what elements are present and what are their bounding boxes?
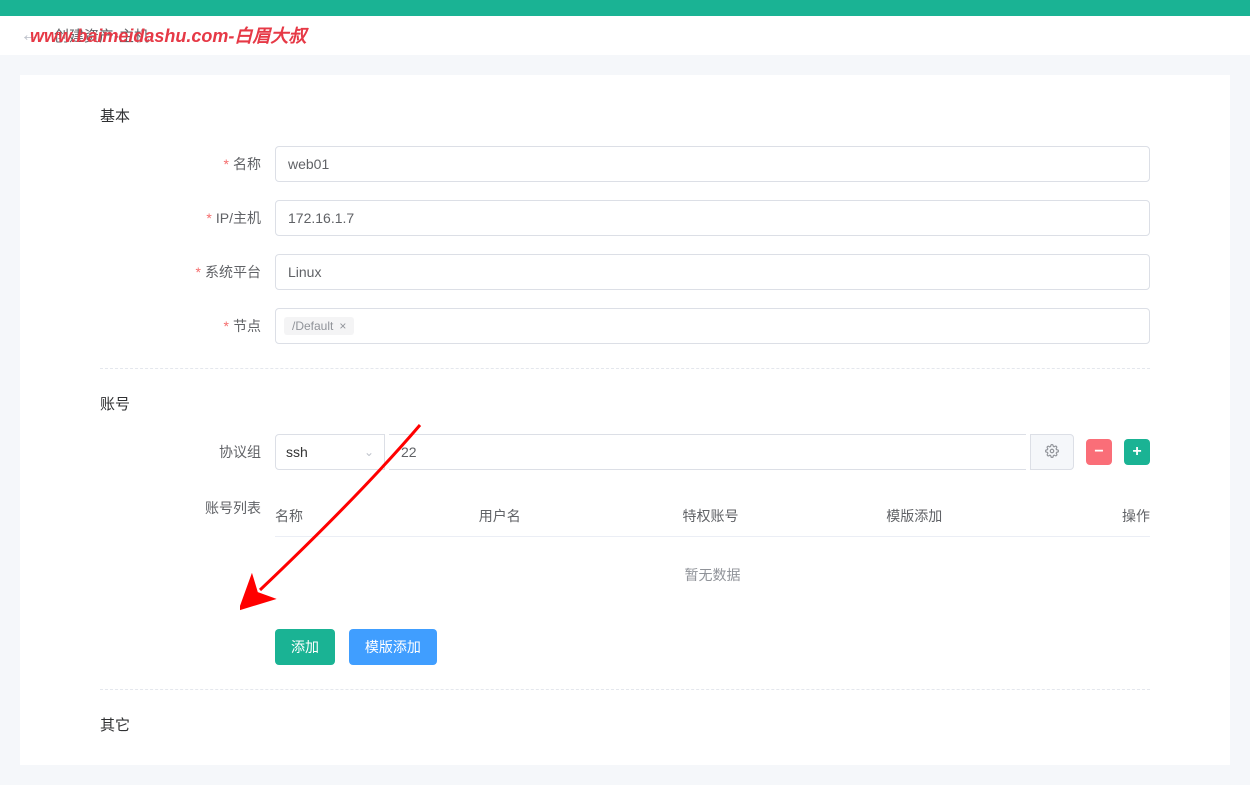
top-bar [0,0,1250,16]
plus-icon: + [1132,443,1141,461]
form-row-platform: *系统平台 [100,254,1150,290]
node-tag-input[interactable]: /Default × [275,308,1150,344]
protocol-remove-button[interactable]: − [1086,439,1112,465]
back-arrow-icon[interactable]: ← [20,24,40,47]
gear-icon [1045,444,1059,461]
col-name: 名称 [275,506,479,526]
col-priv: 特权账号 [683,506,887,526]
section-account-title: 账号 [100,393,1150,414]
template-add-button[interactable]: 模版添加 [349,629,437,665]
form-row-ip: *IP/主机 [100,200,1150,236]
section-basic-title: 基本 [100,105,1150,126]
table-empty: 暂无数据 [275,537,1150,613]
account-table: 名称 用户名 特权账号 模版添加 操作 暂无数据 [275,496,1150,613]
required-mark-icon: * [224,156,229,172]
page-title: 创建资产-主机 [54,25,149,46]
name-input[interactable] [275,146,1150,182]
required-mark-icon: * [196,264,201,280]
label-platform: *系统平台 [100,262,275,282]
col-user: 用户名 [479,506,683,526]
section-other-title: 其它 [100,714,1150,735]
label-protocol-group: 协议组 [100,442,275,462]
form-row-name: *名称 [100,146,1150,182]
chevron-down-icon: ⌄ [364,445,374,459]
account-buttons: 添加 模版添加 [275,629,1150,665]
col-action: 操作 [1090,506,1150,526]
required-mark-icon: * [224,318,229,334]
label-node: *节点 [100,316,275,336]
node-tag: /Default × [284,317,354,335]
form-row-protocol: 协议组 ssh ⌄ − + [100,434,1150,470]
label-ip: *IP/主机 [100,208,275,228]
platform-input[interactable] [275,254,1150,290]
content-panel: 基本 *名称 *IP/主机 *系统平台 *节点 /Defa [20,75,1230,765]
protocol-select[interactable]: ssh ⌄ [275,434,385,470]
col-tmpl: 模版添加 [886,506,1090,526]
page-header: ← 创建资产-主机 www.baimeidashu.com-白眉大叔 [0,16,1250,55]
required-mark-icon: * [206,210,211,226]
label-name: *名称 [100,154,275,174]
protocol-row: ssh ⌄ − + [275,434,1150,470]
protocol-add-button[interactable]: + [1124,439,1150,465]
tag-close-icon[interactable]: × [339,319,346,333]
form-row-account-list: 账号列表 名称 用户名 特权账号 模版添加 操作 暂无数据 添加 模版添加 [100,488,1150,665]
divider [100,689,1150,690]
ip-input[interactable] [275,200,1150,236]
divider [100,368,1150,369]
add-account-button[interactable]: 添加 [275,629,335,665]
protocol-settings-button[interactable] [1030,434,1074,470]
port-input[interactable] [389,434,1026,470]
minus-icon: − [1094,443,1103,461]
form-row-node: *节点 /Default × [100,308,1150,344]
label-account-list: 账号列表 [100,488,275,518]
table-header: 名称 用户名 特权账号 模版添加 操作 [275,496,1150,536]
